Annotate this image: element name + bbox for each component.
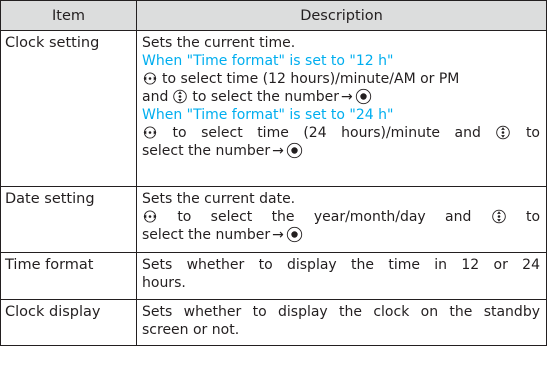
desc-text: to <box>525 209 541 225</box>
arrow: → <box>272 143 284 159</box>
nav-up-down-icon <box>491 208 507 225</box>
center-key-icon <box>355 88 372 105</box>
condition-24h: When "Time format" is set to "24 h" <box>142 107 394 123</box>
desc-line: Sets the current date. <box>142 191 296 207</box>
table-row: Clock display Sets whether to display th… <box>0 299 547 346</box>
desc-line: select the number → <box>142 226 540 244</box>
desc-text: to select time (12 hours)/minute/AM or P… <box>162 71 460 87</box>
desc-line: Sets whether to display the clock on the… <box>142 304 540 320</box>
header-description: Description <box>136 0 547 31</box>
desc-line: and to select the number → <box>142 88 540 106</box>
desc-line: to select the year/month/day and to <box>142 208 540 226</box>
arrow: → <box>272 227 284 243</box>
desc-line: screen or not. <box>142 322 240 338</box>
nav-left-right-icon <box>142 125 158 139</box>
desc-line: Sets the current time. <box>142 35 296 51</box>
table-row: Date setting Sets the current date. to s… <box>0 186 547 253</box>
table-row: Time format Sets whether to display the … <box>0 252 547 300</box>
desc-line: select the number → <box>142 142 540 160</box>
desc-line: hours. <box>142 275 186 291</box>
desc-text: to <box>525 125 540 141</box>
description-time-format: Sets whether to display the time in 12 o… <box>136 252 547 300</box>
center-key-icon <box>286 226 303 243</box>
desc-text: to select the year/month/day and <box>177 209 472 225</box>
item-date-setting: Date setting <box>0 186 137 253</box>
header-item: Item <box>0 0 137 31</box>
settings-table: Item Description Clock setting Sets the … <box>0 0 547 346</box>
desc-text: to select time (24 hours)/minute and <box>172 125 481 141</box>
desc-text: to select the number <box>192 89 339 105</box>
item-time-format: Time format <box>0 252 137 300</box>
description-clock-setting: Sets the current time. When "Time format… <box>136 30 547 187</box>
table-row: Clock setting Sets the current time. Whe… <box>0 30 547 187</box>
nav-up-down-icon <box>172 88 188 105</box>
description-date-setting: Sets the current date. to select the yea… <box>136 186 547 253</box>
nav-left-right-icon <box>142 71 158 85</box>
center-key-icon <box>286 142 303 159</box>
table-header-row: Item Description <box>0 0 547 31</box>
item-clock-display: Clock display <box>0 299 137 346</box>
desc-text: and <box>142 89 169 105</box>
desc-line: Sets whether to display the time in 12 o… <box>142 257 540 273</box>
desc-text: select the number <box>142 227 271 243</box>
nav-up-down-icon <box>495 124 511 141</box>
desc-line: to select time (12 hours)/minute/AM or P… <box>142 70 540 88</box>
item-clock-setting: Clock setting <box>0 30 137 187</box>
nav-left-right-icon <box>142 209 158 223</box>
description-clock-display: Sets whether to display the clock on the… <box>136 299 547 346</box>
desc-line: to select time (24 hours)/minute and to <box>142 124 540 142</box>
desc-text: select the number <box>142 143 271 159</box>
arrow: → <box>340 89 353 105</box>
condition-12h: When "Time format" is set to "12 h" <box>142 53 394 69</box>
